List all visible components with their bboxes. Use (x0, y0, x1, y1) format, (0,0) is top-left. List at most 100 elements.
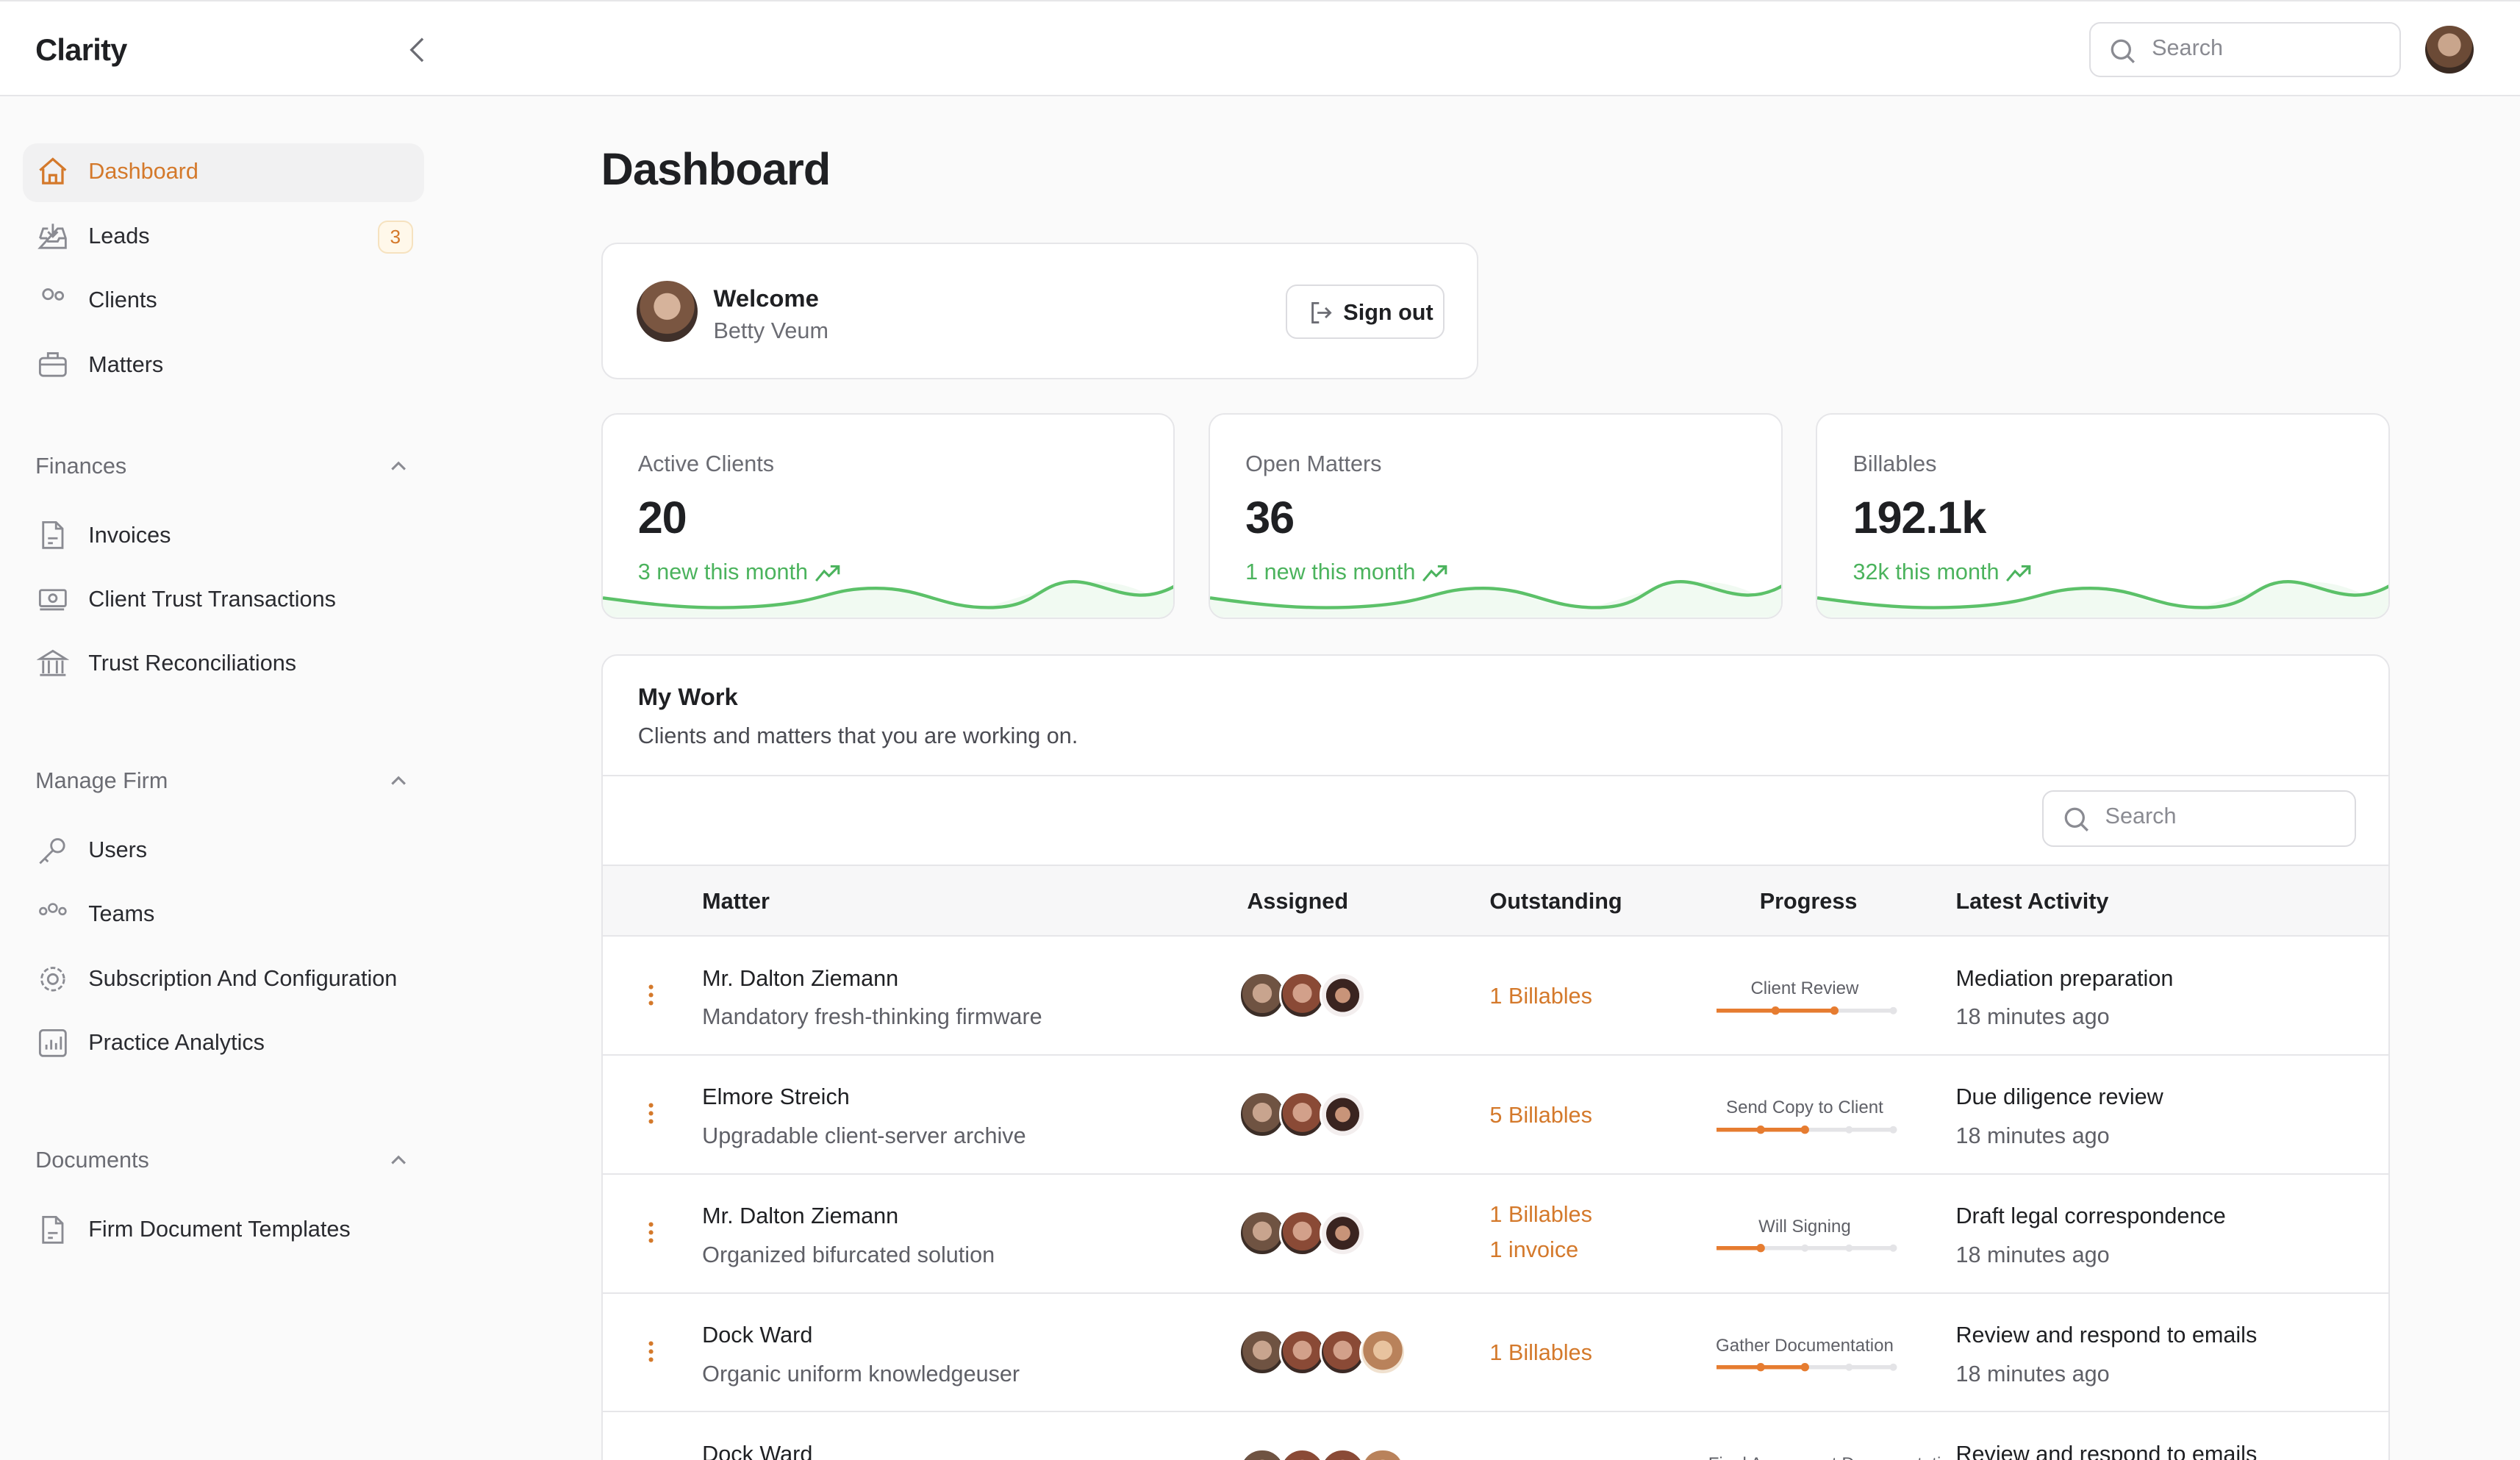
column-assigned[interactable]: Assigned (1247, 889, 1348, 915)
section-title: Finances (35, 453, 127, 479)
work-search-input[interactable] (2105, 803, 2330, 829)
assignee-avatar[interactable] (1279, 1091, 1326, 1138)
activity-time: 18 minutes ago (1955, 1361, 2110, 1386)
sidebar-item-teams[interactable]: Teams (23, 886, 425, 945)
table-row[interactable]: Mr. Dalton Ziemann Organized bifurcated … (602, 1175, 2388, 1294)
client-name[interactable]: Mr. Dalton Ziemann (702, 966, 898, 992)
chevron-up-icon (391, 1155, 407, 1164)
welcome-title: Welcome (713, 284, 819, 312)
sidebar-item-users[interactable]: Users (23, 821, 425, 881)
stat-value: 36 (1245, 492, 1295, 543)
leads-count-badge: 3 (377, 220, 413, 254)
progress-step (1756, 1363, 1765, 1372)
my-work-title: My Work (637, 682, 738, 710)
matter-name: Upgradable client-server archive (702, 1123, 1026, 1148)
sidebar-item-subscription-and-configuration[interactable]: Subscription And Configuration (23, 950, 425, 1009)
sidebar-item-label: Matters (88, 351, 164, 377)
assignee-avatar[interactable] (1319, 1210, 1367, 1257)
sidebar-section-documents[interactable]: Documents (35, 1148, 415, 1173)
kebab-menu-icon[interactable] (646, 1101, 656, 1126)
progress-step (1889, 1126, 1897, 1134)
work-search[interactable] (2042, 790, 2356, 847)
client-name[interactable]: Dock Ward (702, 1442, 812, 1460)
assignee-avatar[interactable] (1319, 1448, 1367, 1460)
section-title: Documents (35, 1147, 149, 1173)
client-name[interactable]: Elmore Streich (702, 1084, 850, 1110)
progress-step (1756, 1125, 1765, 1134)
sidebar-item-label: Subscription And Configuration (88, 965, 398, 991)
sidebar-item-firm-document-templates[interactable]: Firm Document Templates (23, 1200, 425, 1260)
sign-out-label: Sign out (1343, 300, 1433, 326)
divider (602, 774, 2388, 776)
sidebar-item-invoices[interactable]: Invoices (23, 507, 425, 566)
sidebar-item-label: Leads (88, 223, 150, 248)
outstanding-link[interactable]: 1 Billables (1489, 1202, 1592, 1228)
table-row[interactable]: Mr. Dalton Ziemann Mandatory fresh-think… (602, 937, 2388, 1056)
progress-step (1889, 1363, 1897, 1371)
document-icon (42, 521, 64, 549)
latest-activity: Review and respond to emails (1955, 1323, 2258, 1348)
sidebar-item-label: Invoices (88, 522, 171, 548)
sidebar-item-clients[interactable]: Clients (23, 271, 425, 331)
assignee-avatar[interactable] (1279, 1448, 1326, 1460)
sign-out-icon (1311, 302, 1332, 324)
kebab-menu-icon[interactable] (646, 1220, 656, 1245)
table-row[interactable]: Elmore Streich Upgradable client-server … (602, 1056, 2388, 1175)
client-name[interactable]: Dock Ward (702, 1323, 812, 1348)
search-icon (2111, 39, 2136, 64)
column-progress[interactable]: Progress (1760, 889, 1858, 915)
table-row[interactable]: Dock Ward Organic uniform knowledgeuser … (602, 1294, 2388, 1413)
collapse-sidebar-button[interactable] (405, 34, 431, 66)
assignee-avatar[interactable] (1279, 972, 1326, 1019)
sidebar-item-matters[interactable]: Matters (23, 336, 425, 396)
column-matter[interactable]: Matter (702, 889, 770, 915)
assignee-avatar[interactable] (1319, 1091, 1367, 1138)
progress-step (1889, 1006, 1897, 1015)
outstanding-link[interactable]: 1 Billables (1489, 1340, 1592, 1366)
app-root: Clarity Dashboard Leads 3 Clients Matters Fin… (0, 0, 2520, 1460)
stat-card-billables: Billables 192.1k 32k this month (1816, 412, 2390, 619)
progress-bar (1716, 1006, 1897, 1015)
kebab-menu-icon[interactable] (646, 982, 656, 1008)
outstanding-link[interactable]: 1 invoice (1489, 1237, 1578, 1263)
global-search-input[interactable] (2152, 35, 2377, 61)
user-avatar[interactable] (2425, 25, 2474, 74)
page-title: Dashboard (601, 143, 831, 194)
assignee-avatar[interactable] (1319, 972, 1367, 1019)
document-icon (42, 1215, 64, 1244)
kebab-menu-icon[interactable] (646, 1339, 656, 1364)
progress-tracker: Gather Documentation (1708, 1336, 1901, 1374)
sidebar-item-client-trust-transactions[interactable]: Client Trust Transactions (23, 570, 425, 630)
progress-stage: Final Agreement Documentation (1708, 1454, 1961, 1460)
client-name[interactable]: Mr. Dalton Ziemann (702, 1203, 898, 1229)
latest-activity: Review and respond to emails (1955, 1441, 2258, 1460)
sparkline-area (602, 582, 1174, 618)
sidebar-item-trust-reconciliations[interactable]: Trust Reconciliations (23, 635, 425, 695)
assignee-avatar[interactable] (1239, 1448, 1286, 1460)
assignee-avatar[interactable] (1359, 1448, 1406, 1460)
sidebar-item-leads[interactable]: Leads 3 (23, 207, 425, 267)
assignee-avatar[interactable] (1279, 1210, 1326, 1257)
column-outstanding[interactable]: Outstanding (1489, 889, 1622, 915)
key-icon (39, 837, 65, 864)
outstanding-link[interactable]: 1 Billables (1489, 984, 1592, 1009)
progress-step (1800, 1363, 1809, 1372)
progress-stage: Will Signing (1758, 1216, 1851, 1237)
section-title: Manage Firm (35, 768, 168, 793)
sidebar-item-practice-analytics[interactable]: Practice Analytics (23, 1015, 425, 1074)
sidebar-item-dashboard[interactable]: Dashboard (22, 143, 425, 203)
outstanding-link[interactable]: 5 Billables (1489, 1103, 1592, 1128)
table-row[interactable]: Dock Ward Final Agreement Documentation … (603, 1412, 2388, 1460)
progress-stage: Client Review (1750, 978, 1859, 999)
sidebar-section-manage-firm[interactable]: Manage Firm (35, 768, 415, 794)
sidebar-section-finances[interactable]: Finances (35, 454, 415, 479)
column-latest-activity[interactable]: Latest Activity (1955, 889, 2108, 915)
global-search[interactable] (2089, 22, 2402, 77)
sidebar-item-label: Firm Document Templates (88, 1216, 351, 1242)
assignee-avatar[interactable] (1359, 1328, 1406, 1376)
latest-activity: Mediation preparation (1955, 965, 2174, 991)
sign-out-button[interactable]: Sign out (1285, 284, 1445, 340)
sidebar-item-label: Users (88, 837, 148, 863)
stat-card-open-matters: Open Matters 36 1 new this month (1209, 412, 1783, 619)
assignee-avatar[interactable] (1279, 1328, 1326, 1376)
